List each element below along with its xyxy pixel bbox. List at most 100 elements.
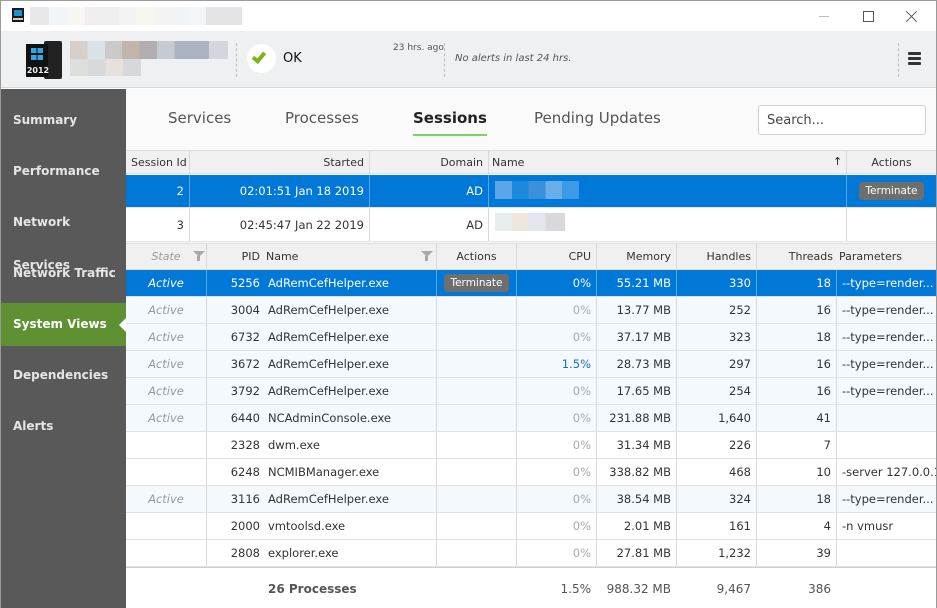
tab-services[interactable]: Services <box>168 109 231 127</box>
process-row[interactable]: 2000 vmtoolsd.exe 0% 2.01 MB 161 4 -n vmusr <box>126 513 936 540</box>
process-threads: 18 <box>756 486 836 512</box>
column-header-memory[interactable]: Memory <box>596 244 676 269</box>
session-domain: AD <box>369 175 488 207</box>
process-pid: 5256 <box>206 270 263 296</box>
sidebar-item-summary[interactable]: Summary <box>1 99 126 142</box>
process-memory: 27.81 MB <box>596 540 676 566</box>
minimize-button[interactable] <box>802 1 846 31</box>
process-name: NCAdminConsole.exe <box>268 411 391 425</box>
filter-icon[interactable] <box>421 251 433 261</box>
process-cpu: 0% <box>516 459 596 485</box>
device-header: 2012 OK 23 hrs. ago No alerts in last 24… <box>1 31 936 88</box>
column-header-session-id[interactable]: Session Id <box>126 151 189 173</box>
process-parameters: -server 127.0.0.1 <box>836 459 936 485</box>
tab-sessions[interactable]: Sessions <box>413 109 487 136</box>
session-user-redacted <box>495 213 565 231</box>
terminate-process-button[interactable]: Terminate <box>444 274 509 292</box>
terminate-session-button[interactable]: Terminate <box>859 182 924 200</box>
filter-icon[interactable] <box>193 251 205 261</box>
process-cpu: 0% <box>516 540 596 566</box>
process-row[interactable]: 2328 dwm.exe 0% 31.34 MB 226 7 <box>126 432 936 459</box>
session-row[interactable]: 3 02:45:47 Jan 22 2019 AD <box>126 208 936 242</box>
sidebar-item-alerts[interactable]: Alerts <box>1 405 126 448</box>
process-pid: 6248 <box>206 459 263 485</box>
column-header-started[interactable]: Started <box>189 151 369 173</box>
alerts-summary: No alerts in last 24 hrs. <box>455 53 572 64</box>
windows-server-icon: 2012 <box>26 41 64 79</box>
column-header-pid[interactable]: PID <box>206 244 263 269</box>
process-threads: 18 <box>756 270 836 296</box>
tab-pending-updates[interactable]: Pending Updates <box>534 109 661 127</box>
process-handles: 161 <box>676 513 756 539</box>
menu-icon <box>908 52 921 55</box>
process-handles: 297 <box>676 351 756 377</box>
process-parameters <box>836 405 936 431</box>
column-header-threads[interactable]: Threads <box>756 244 836 269</box>
session-actions: Terminate <box>846 175 936 207</box>
process-state: Active <box>148 303 184 317</box>
process-row[interactable]: Active 3004 AdRemCefHelper.exe 0% 13.77 MB 25… <box>126 297 936 324</box>
process-memory: 13.77 MB <box>596 297 676 323</box>
hamburger-menu-button[interactable] <box>908 52 924 66</box>
total-memory: 988.32 MB <box>606 581 671 596</box>
process-row[interactable]: Active 6440 NCAdminConsole.exe 0% 231.88 MB 1… <box>126 405 936 432</box>
process-handles: 468 <box>676 459 756 485</box>
process-threads: 7 <box>756 432 836 458</box>
column-header-parameters[interactable]: Parameters <box>836 244 936 269</box>
process-handles: 252 <box>676 297 756 323</box>
process-handles: 254 <box>676 378 756 404</box>
process-memory: 17.65 MB <box>596 378 676 404</box>
process-name: NCMIBManager.exe <box>268 465 380 479</box>
session-row[interactable]: 2 02:01:51 Jan 18 2019 AD Terminate <box>126 175 936 208</box>
process-row[interactable]: 6248 NCMIBManager.exe 0% 338.82 MB 468 10 -ser… <box>126 459 936 486</box>
process-row[interactable]: Active 3116 AdRemCefHelper.exe 0% 38.54 MB 32… <box>126 486 936 513</box>
process-handles: 330 <box>676 270 756 296</box>
hostname-redacted <box>70 41 228 59</box>
divider <box>444 43 445 77</box>
maximize-button[interactable] <box>846 1 890 31</box>
process-threads: 16 <box>756 351 836 377</box>
maximize-icon <box>862 10 874 22</box>
process-actions <box>436 378 516 404</box>
close-button[interactable] <box>890 1 934 31</box>
processes-header-row: State PID Name Actions CPU Memory Handle… <box>126 243 936 270</box>
process-pid: 3672 <box>206 351 263 377</box>
process-row[interactable]: Active 3792 AdRemCefHelper.exe 0% 17.65 MB 25… <box>126 378 936 405</box>
server-version-label: 2012 <box>26 66 50 75</box>
sidebar-item-network-traffic[interactable]: Network Traffic <box>1 252 126 295</box>
process-state <box>126 432 206 458</box>
sidebar-item-system-views[interactable]: System Views <box>1 303 126 346</box>
process-row[interactable]: 2808 explorer.exe 0% 27.81 MB 1,232 39 <box>126 540 936 567</box>
process-state: Active <box>148 357 184 371</box>
process-threads: 41 <box>756 405 836 431</box>
column-header-name[interactable]: Name <box>488 151 846 173</box>
search-input[interactable] <box>758 105 926 135</box>
process-row[interactable]: Active 3672 AdRemCefHelper.exe 1.5% 28.73 MB… <box>126 351 936 378</box>
process-pid: 6732 <box>206 324 263 350</box>
column-header-handles[interactable]: Handles <box>676 244 756 269</box>
sidebar-item-dependencies[interactable]: Dependencies <box>1 354 126 397</box>
host-address-redacted <box>70 59 141 76</box>
column-header-domain[interactable]: Domain <box>369 151 488 173</box>
column-header-cpu[interactable]: CPU <box>516 244 596 269</box>
sidebar-item-performance[interactable]: Performance <box>1 150 126 193</box>
process-handles: 324 <box>676 486 756 512</box>
process-state: Active <box>148 492 184 506</box>
process-pid: 3792 <box>206 378 263 404</box>
total-handles: 9,467 <box>716 581 751 596</box>
process-actions <box>436 297 516 323</box>
divider <box>898 43 899 77</box>
process-handles: 226 <box>676 432 756 458</box>
sidebar-item-network-services[interactable]: Network Services <box>1 201 126 272</box>
session-user-redacted <box>495 181 579 199</box>
column-header-name[interactable]: Name <box>263 244 436 269</box>
tab-processes[interactable]: Processes <box>285 109 359 127</box>
session-started: 02:45:47 Jan 22 2019 <box>189 208 369 241</box>
app-window: 2012 OK 23 hrs. ago No alerts in last 24… <box>0 0 937 608</box>
process-parameters: --type=render... <box>836 324 936 350</box>
process-threads: 18 <box>756 324 836 350</box>
process-row[interactable]: Active 5256 AdRemCefHelper.exe Terminate 0% 5… <box>126 270 936 297</box>
process-cpu: 0% <box>516 297 596 323</box>
process-state: Active <box>148 330 184 344</box>
process-row[interactable]: Active 6732 AdRemCefHelper.exe 0% 37.17 MB 32… <box>126 324 936 351</box>
